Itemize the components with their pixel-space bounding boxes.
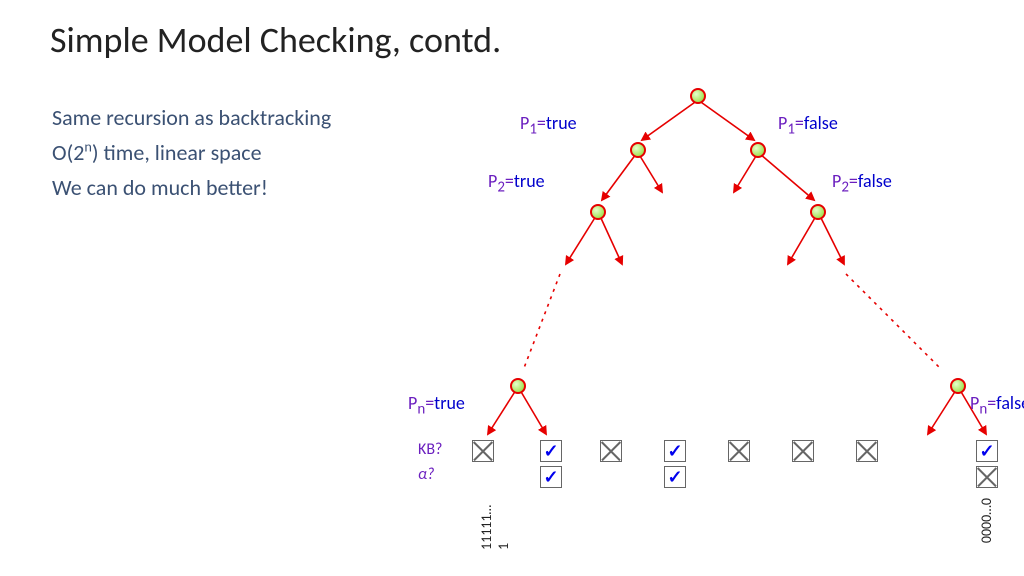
label-pn-false: Pn=false: [970, 392, 1024, 419]
kb-result-4: [728, 440, 750, 462]
decision-tree: P1=true P1=false P2=true P2=false Pn=tru…: [400, 70, 1020, 550]
bullet-list: Same recursion as backtracking O(2n) tim…: [52, 100, 331, 206]
node-pn-false: [950, 378, 966, 394]
kb-result-5: [792, 440, 814, 462]
node-pn-true: [510, 378, 526, 394]
kb-result-7: ✓: [976, 440, 998, 462]
kb-result-0: [472, 440, 494, 462]
alpha-result-1: ✓: [540, 466, 562, 488]
node-p1-true: [630, 142, 646, 158]
label-kb: KB?: [418, 440, 442, 459]
bits-all-ones: 11111…1: [478, 498, 512, 550]
bullet-3: We can do much better!: [52, 170, 331, 205]
node-p1-false: [750, 142, 766, 158]
label-p2-false: P2=false: [832, 170, 892, 197]
kb-result-3: ✓: [664, 440, 686, 462]
label-p1-false: P1=false: [778, 112, 838, 139]
slide-title: Simple Model Checking, contd.: [50, 18, 501, 62]
tree-edges: [400, 70, 1020, 550]
slide: Simple Model Checking, contd. Same recur…: [0, 0, 1024, 576]
alpha-result-7: [976, 466, 998, 488]
node-p2-false: [810, 204, 826, 220]
kb-result-1: ✓: [540, 440, 562, 462]
label-pn-true: Pn=true: [408, 392, 465, 419]
bullet-1: Same recursion as backtracking: [52, 100, 331, 135]
label-p2-true: P2=true: [488, 170, 545, 197]
alpha-result-3: ✓: [664, 466, 686, 488]
label-p1-true: P1=true: [520, 112, 577, 139]
label-alpha: α?: [418, 465, 434, 484]
kb-result-2: [600, 440, 622, 462]
bullet-2: O(2n) time, linear space: [52, 135, 331, 170]
bits-all-zeros: 0000…0: [978, 498, 995, 543]
node-p2-true: [590, 204, 606, 220]
node-root: [690, 88, 706, 104]
kb-result-6: [856, 440, 878, 462]
